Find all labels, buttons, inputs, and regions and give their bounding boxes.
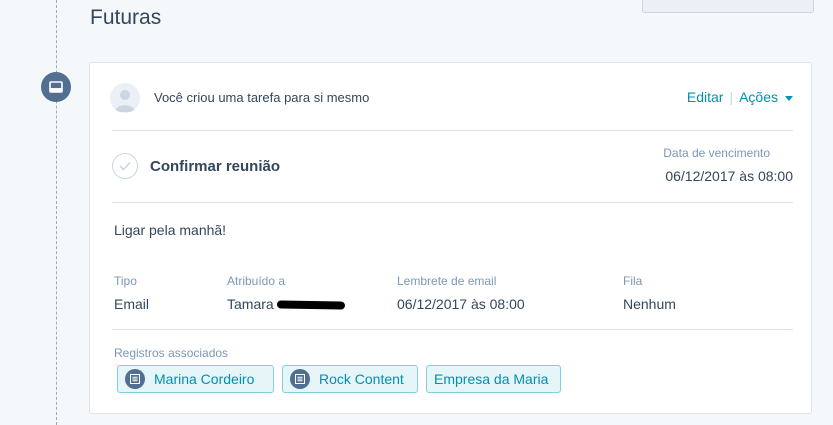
record-list-icon <box>290 369 310 389</box>
reminder-label: Lembrete de email <box>397 274 497 288</box>
association-chip[interactable]: Empresa da Maria <box>426 365 561 393</box>
caret-down-icon <box>785 95 793 101</box>
complete-task-button[interactable] <box>112 153 138 179</box>
top-button[interactable] <box>642 0 814 13</box>
divider <box>112 202 793 203</box>
avatar <box>110 83 140 113</box>
due-date-label: Data de vencimento <box>663 146 770 160</box>
divider <box>112 329 793 330</box>
checkmark-icon <box>119 161 131 171</box>
due-date-value[interactable]: 06/12/2017 às 08:00 <box>665 168 793 184</box>
task-actions: Editar | Ações <box>687 89 793 105</box>
association-chip[interactable]: Rock Content <box>282 365 418 393</box>
queue-value[interactable]: Nenhum <box>623 296 676 312</box>
task-title[interactable]: Confirmar reunião <box>150 158 280 175</box>
actions-dropdown[interactable]: Ações <box>739 89 793 105</box>
timeline-line <box>56 0 57 425</box>
association-label: Rock Content <box>319 371 404 387</box>
section-title: Futuras <box>90 6 162 29</box>
associated-records-label: Registros associados <box>114 346 229 360</box>
reminder-value[interactable]: 06/12/2017 às 08:00 <box>397 296 525 312</box>
separator: | <box>729 89 734 105</box>
header-target: si mesmo <box>313 90 370 105</box>
assigned-value: Tamara <box>227 296 274 312</box>
user-silhouette-icon <box>115 90 135 112</box>
type-label: Tipo <box>114 274 137 288</box>
association-label: Marina Cordeiro <box>154 371 255 387</box>
task-card: Você criou uma tarefa para si mesmo Edit… <box>89 62 812 414</box>
edit-link[interactable]: Editar <box>687 89 724 105</box>
task-tray-icon <box>41 72 71 102</box>
actions-label: Ações <box>739 89 778 105</box>
redaction-mark <box>276 300 345 310</box>
assigned-field[interactable]: Tamara <box>227 296 345 312</box>
association-label: Empresa da Maria <box>434 371 549 387</box>
queue-label: Fila <box>623 274 643 288</box>
divider <box>112 130 793 131</box>
association-chip[interactable]: Marina Cordeiro <box>117 365 274 393</box>
type-value[interactable]: Email <box>114 296 149 312</box>
task-notes[interactable]: Ligar pela manhã! <box>114 222 226 238</box>
assigned-label: Atribuído a <box>227 274 286 288</box>
task-header: Você criou uma tarefa para si mesmo <box>154 90 369 105</box>
header-prefix: Você criou uma tarefa para <box>154 90 311 105</box>
record-list-icon <box>125 369 145 389</box>
